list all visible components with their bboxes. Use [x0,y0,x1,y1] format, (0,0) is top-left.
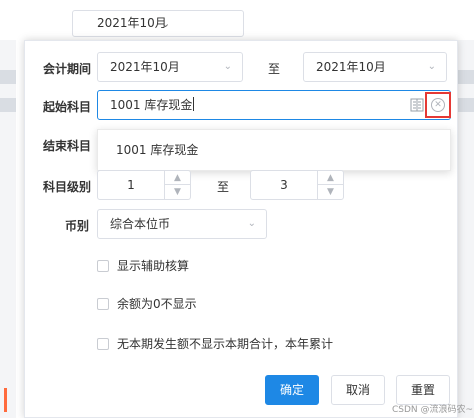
option-label: 无本期发生额不显示本期合计，本年累计 [117,337,334,351]
checkbox[interactable] [97,260,109,272]
text-caret [193,97,195,111]
period-to-label: 至 [268,62,281,76]
period-from-select[interactable]: 2021年10月 ⌄ [97,52,243,82]
currency-label: 币别 [65,219,90,233]
option-hide-no-activity[interactable]: 无本期发生额不显示本期合计，本年累计 [97,335,333,352]
level-from-stepper[interactable]: 1 ▲ ▼ [97,170,191,200]
filter-panel: 会计期间 2021年10月 ⌄ 至 2021年10月 ⌄ 起始科目 1001 库… [24,40,458,418]
background-accent-bar [4,388,7,412]
end-account-label: 结束科目 [43,139,92,153]
level-to-stepper[interactable]: 3 ▲ ▼ [250,170,344,200]
start-account-value: 1001 库存现金 [110,98,193,112]
chevron-down-icon: ⌄ [247,218,256,229]
checkbox[interactable] [97,298,109,310]
currency-value: 综合本位币 [110,217,171,231]
option-label: 余额为0不显示 [117,297,197,311]
chevron-down-icon: ⌄ [161,17,171,30]
confirm-button[interactable]: 确定 [265,375,319,405]
option-label: 显示辅助核算 [117,259,190,273]
period-to-value: 2021年10月 [316,60,386,74]
chevron-down-icon[interactable]: ▼ [318,185,343,199]
checkbox[interactable] [97,338,109,350]
level-label: 科目级别 [43,180,92,194]
level-to-label: 至 [217,180,230,194]
chevron-down-icon: ⌄ [223,61,232,72]
currency-select[interactable]: 综合本位币 ⌄ [97,209,267,239]
level-from-value: 1 [127,178,135,192]
chevron-down-icon: ⌄ [427,61,436,72]
book-icon[interactable] [410,98,424,112]
chevron-up-icon[interactable]: ▲ [165,171,190,185]
period-to-select[interactable]: 2021年10月 ⌄ [303,52,447,82]
level-to-value: 3 [280,178,288,192]
account-option[interactable]: 1001 库存现金 [116,143,198,157]
reset-button[interactable]: 重置 [396,375,450,405]
chevron-down-icon[interactable]: ▼ [165,185,190,199]
start-account-input[interactable]: 1001 库存现金 [97,90,451,120]
period-from-value: 2021年10月 [110,60,180,74]
background-period-select[interactable]: 2021年10月 ⌄ [72,10,244,37]
option-hide-zero-balance[interactable]: 余额为0不显示 [97,295,197,312]
clear-highlight-box[interactable]: ✕ [425,92,451,118]
background-left-column [0,40,16,418]
watermark: CSDN @流浪码农~ [392,405,474,415]
chevron-up-icon[interactable]: ▲ [318,171,343,185]
cancel-button[interactable]: 取消 [331,375,385,405]
clear-icon[interactable]: ✕ [431,98,445,112]
option-show-auxiliary[interactable]: 显示辅助核算 [97,257,189,274]
background-right-column [458,40,474,418]
account-dropdown: 1001 库存现金 [97,129,451,171]
start-account-label: 起始科目 [43,100,92,114]
background-period-value: 2021年10月 [97,16,167,30]
period-label: 会计期间 [43,62,92,76]
